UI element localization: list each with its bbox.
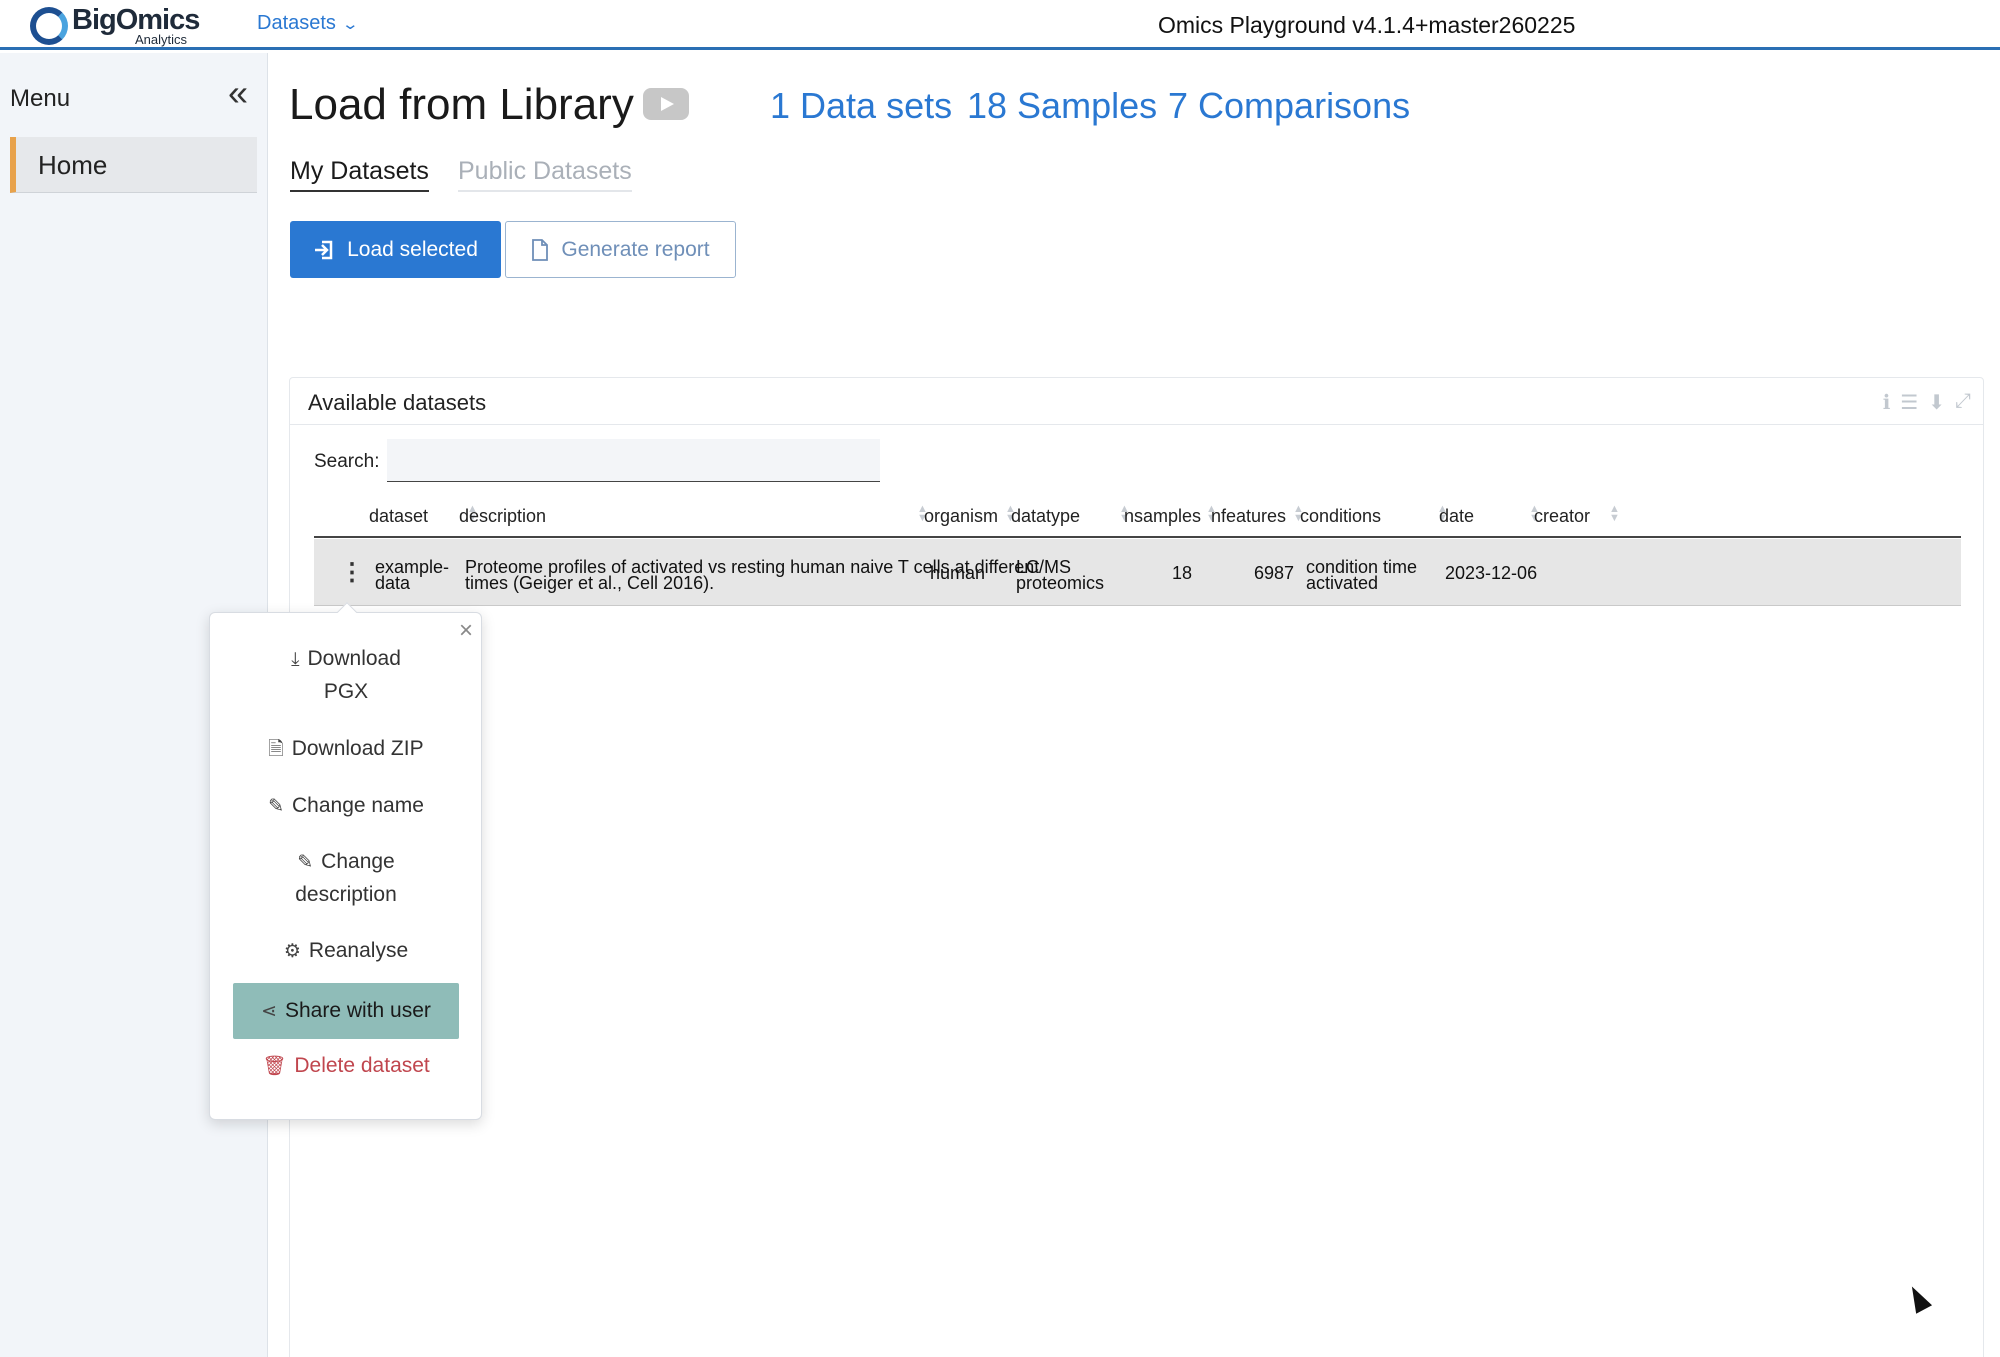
download-icon: ⤓ (291, 649, 300, 670)
cell-conditions: condition time activated (1306, 557, 1418, 593)
column-header-datatype[interactable]: datatype (1011, 506, 1080, 527)
download-pgx-label-1: Download (307, 647, 401, 670)
cell-organism: human (930, 563, 986, 583)
menu-lines-icon[interactable]: ☰ (1900, 390, 1918, 415)
column-header-description[interactable]: description (459, 506, 546, 527)
chevron-down-icon: ⌄ (341, 16, 360, 33)
search-input[interactable] (387, 439, 880, 482)
column-header-nsamples[interactable]: nsamples (1124, 506, 1201, 527)
stat-datasets: 1 Data sets (770, 85, 953, 126)
download-icon[interactable]: ⬇ (1928, 390, 1945, 415)
table-header: dataset ▲ ▼ description ▲ ▼ organism ▲ ▼ da… (314, 498, 1961, 538)
share-with-user-label: Share with user (285, 999, 431, 1022)
column-header-date[interactable]: date (1439, 506, 1474, 527)
top-navbar: BigOmics Analytics Datasets ⌄ Omics Playg… (0, 0, 2000, 50)
stat-comparisons: 7 Comparisons (1168, 85, 1411, 126)
edit-icon: ✎ (268, 796, 284, 817)
download-zip-item[interactable]: 🗎 Download ZIP (233, 733, 459, 766)
change-description-label-1: Change (321, 850, 395, 873)
logo-subtitle: Analytics (135, 32, 188, 47)
cell-datatype: LC/MS proteomics (1016, 557, 1105, 593)
sign-in-icon (315, 240, 333, 259)
sidebar-menu-title: Menu (10, 85, 71, 112)
video-play-icon[interactable] (643, 88, 689, 120)
file-icon (532, 238, 549, 261)
available-datasets-card: Available datasets ℹ ☰ ⬇ ⤢ Search: datas… (289, 377, 1984, 1357)
delete-dataset-item[interactable]: 🗑 Delete dataset (233, 1050, 459, 1083)
edit-icon: ✎ (297, 852, 314, 873)
cell-date: 2023-12-06 (1445, 563, 1538, 583)
page-title: Load from Library (289, 80, 634, 129)
share-with-user-item[interactable]: ⋖ Share with user (233, 983, 459, 1039)
column-header-organism[interactable]: organism (924, 506, 998, 527)
row-actions-icon[interactable]: ⋮ (340, 561, 364, 585)
cell-nsamples: 18 (1171, 563, 1192, 583)
column-header-dataset[interactable]: dataset (369, 506, 428, 527)
sort-icon[interactable]: ▲ ▼ (1609, 504, 1620, 524)
column-header-creator[interactable]: creator (1534, 506, 1590, 527)
trash-icon: 🗑 (262, 1056, 287, 1077)
share-icon: ⋖ (261, 1001, 277, 1022)
download-pgx-item[interactable]: ⤓ Download PGX (233, 643, 459, 708)
change-description-label-2: description (295, 883, 397, 906)
dataset-actions-popover: × ⤓ Download PGX 🗎 Download ZIP ✎ Change na… (209, 602, 482, 1120)
gears-icon: ⚙ (283, 941, 301, 962)
column-header-conditions[interactable]: conditions (1300, 506, 1381, 527)
change-name-item[interactable]: ✎ Change name (233, 790, 459, 823)
change-name-label: Change name (291, 794, 424, 817)
download-zip-label: Download ZIP (291, 737, 424, 760)
stat-samples: 18 Samples (967, 85, 1158, 126)
info-icon[interactable]: ℹ (1883, 390, 1891, 415)
card-tools: ℹ ☰ ⬇ ⤢ (1883, 390, 1971, 415)
app-version: Omics Playground v4.1.4+master260225 (1158, 12, 1576, 38)
cell-dataset: example-data (375, 557, 450, 593)
delete-dataset-label: Delete dataset (294, 1054, 430, 1077)
generate-report-button[interactable]: Generate report (505, 221, 736, 278)
sidebar-item-home[interactable]: Home (10, 137, 257, 193)
nav-datasets-label: Datasets (257, 12, 336, 34)
load-selected-button[interactable]: Load selected (290, 221, 501, 278)
column-header-nfeatures[interactable]: nfeatures (1211, 506, 1286, 527)
tab-public-datasets[interactable]: Public Datasets (458, 157, 632, 192)
nav-datasets-dropdown[interactable]: Datasets ⌄ (257, 12, 360, 35)
logo-ring-icon (30, 7, 68, 45)
card-title: Available datasets (308, 390, 487, 415)
change-description-item[interactable]: ✎ Change description (233, 846, 459, 911)
tab-my-datasets[interactable]: My Datasets (290, 157, 429, 192)
reanalyse-item[interactable]: ⚙ Reanalyse (233, 935, 459, 968)
table-row[interactable]: ⋮ example-data Proteome profiles of acti… (314, 539, 1961, 606)
search-label: Search: (314, 451, 380, 472)
load-selected-label: Load selected (347, 237, 478, 261)
cell-nfeatures: 6987 (1253, 563, 1294, 583)
collapse-sidebar-icon[interactable]: « (228, 75, 248, 111)
generate-report-label: Generate report (561, 237, 710, 261)
reanalyse-label: Reanalyse (308, 939, 409, 962)
download-pgx-label-2: PGX (323, 680, 369, 703)
close-icon[interactable]: × (459, 617, 473, 645)
card-header: Available datasets ℹ ☰ ⬇ ⤢ (290, 378, 1983, 425)
zip-file-icon: 🗎 (268, 739, 284, 760)
expand-icon[interactable]: ⤢ (1955, 390, 1971, 415)
sidebar-item-label: Home (38, 150, 108, 180)
